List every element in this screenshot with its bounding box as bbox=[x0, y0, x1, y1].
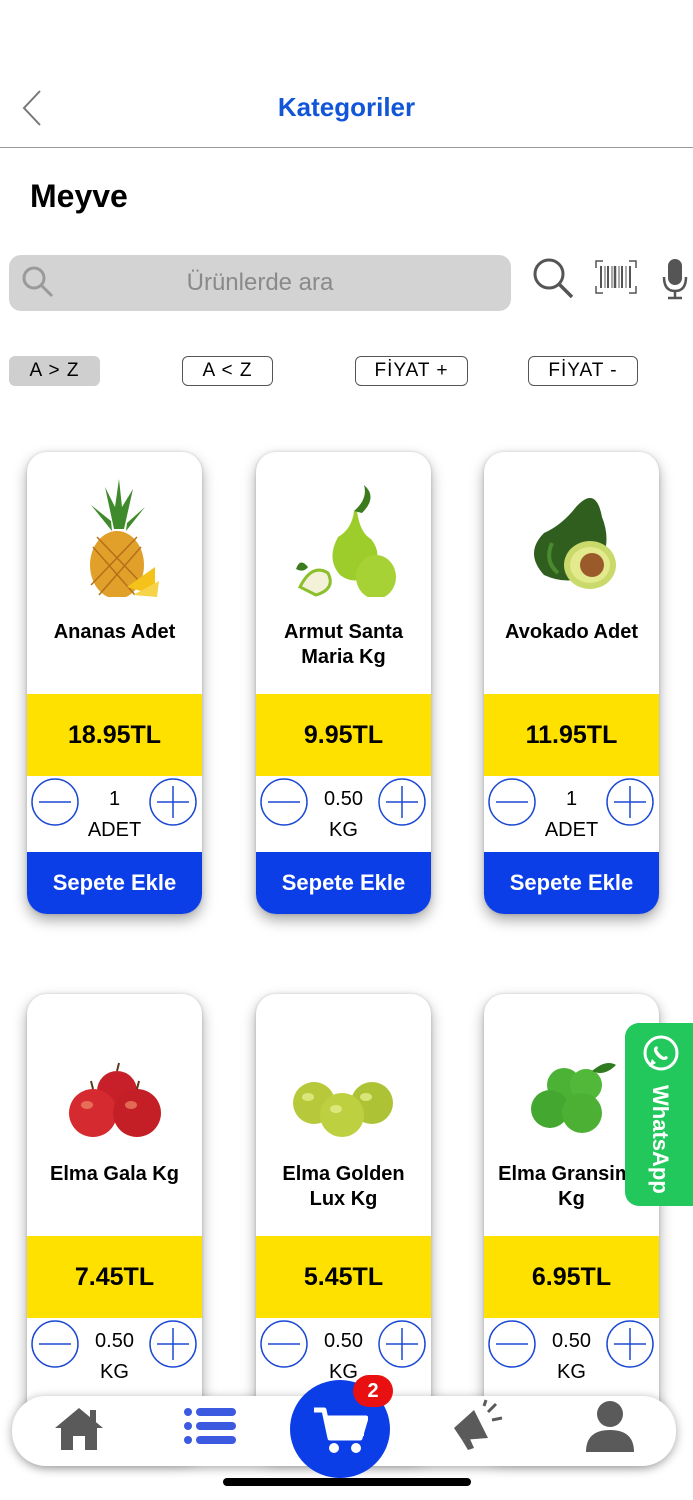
quantity-stepper: 1 ADET bbox=[27, 776, 202, 852]
quantity-value: 0.50 bbox=[552, 1330, 591, 1352]
plus-icon[interactable] bbox=[378, 778, 426, 826]
product-card[interactable]: Armut Santa Maria Kg 9.95TL 0.50 KG Sepe… bbox=[256, 452, 431, 914]
add-to-cart-button[interactable]: Sepete Ekle bbox=[256, 852, 431, 914]
quantity-unit: KG bbox=[557, 1361, 586, 1383]
quantity-stepper: 0.50 KG bbox=[484, 1318, 659, 1394]
whatsapp-button[interactable]: WhatsApp bbox=[625, 1023, 693, 1206]
plus-icon[interactable] bbox=[606, 778, 654, 826]
whatsapp-icon bbox=[643, 1035, 679, 1071]
avocado-image bbox=[534, 498, 616, 589]
quantity-value: 1 bbox=[565, 788, 578, 810]
quantity-unit: ADET bbox=[544, 819, 599, 841]
category-title: Meyve bbox=[30, 178, 128, 214]
microphone-icon[interactable] bbox=[660, 257, 690, 301]
quantity-stepper: 0.50 KG bbox=[256, 776, 431, 852]
quantity-value: 0.50 bbox=[324, 788, 363, 810]
product-price: 5.45TL bbox=[256, 1236, 431, 1318]
pears-image bbox=[296, 485, 396, 597]
add-to-cart-button[interactable]: Sepete Ekle bbox=[27, 852, 202, 914]
quantity-unit: KG bbox=[100, 1361, 129, 1383]
user-icon[interactable] bbox=[584, 1398, 636, 1454]
page-title: Kategoriler bbox=[277, 92, 416, 122]
quantity-unit: ADET bbox=[87, 819, 142, 841]
product-price: 6.95TL bbox=[484, 1236, 659, 1318]
red-apples-image bbox=[69, 1062, 161, 1137]
home-indicator bbox=[223, 1478, 471, 1486]
pineapple-image bbox=[90, 479, 159, 597]
product-price: 7.45TL bbox=[27, 1236, 202, 1318]
product-card[interactable]: Ananas Adet 18.95TL 1 ADET Sepete Ekle bbox=[27, 452, 202, 914]
product-price: 11.95TL bbox=[484, 694, 659, 776]
product-card[interactable]: Elma Gala Kg 7.45TL 0.50 KG bbox=[27, 994, 202, 1456]
cart-icon bbox=[314, 1407, 368, 1453]
search-button-icon[interactable] bbox=[530, 255, 576, 301]
nav-header: Kategoriler bbox=[0, 60, 693, 148]
quantity-unit: KG bbox=[329, 819, 358, 841]
megaphone-icon[interactable] bbox=[448, 1398, 504, 1452]
plus-icon[interactable] bbox=[149, 1320, 197, 1368]
product-name: Armut Santa Maria Kg bbox=[284, 621, 403, 668]
quantity-stepper: 0.50 KG bbox=[27, 1318, 202, 1394]
sort-price-desc-button[interactable]: FİYAT - bbox=[528, 356, 638, 386]
product-name: Elma Gala Kg bbox=[50, 1163, 179, 1185]
product-name: Ananas Adet bbox=[53, 621, 176, 643]
quantity-value: 0.50 bbox=[95, 1330, 134, 1352]
product-price: 9.95TL bbox=[256, 694, 431, 776]
search-input[interactable]: Ürünlerde ara bbox=[9, 255, 511, 311]
list-icon[interactable] bbox=[182, 1404, 240, 1448]
product-name: Elma Golden Lux Kg bbox=[282, 1163, 405, 1210]
product-name: Avokado Adet bbox=[505, 621, 638, 643]
home-icon[interactable] bbox=[52, 1404, 106, 1452]
sort-price-asc-button[interactable]: FİYAT + bbox=[355, 356, 468, 386]
sort-za-button[interactable]: A < Z bbox=[182, 356, 273, 386]
barcode-icon[interactable] bbox=[595, 260, 637, 294]
quantity-value: 1 bbox=[108, 788, 121, 810]
plus-icon[interactable] bbox=[149, 778, 197, 826]
cart-count-badge: 2 bbox=[353, 1375, 393, 1407]
plus-icon[interactable] bbox=[606, 1320, 654, 1368]
whatsapp-label: WhatsApp bbox=[648, 1085, 673, 1194]
sort-az-button[interactable]: A > Z bbox=[9, 356, 100, 386]
golden-apples-image bbox=[293, 1082, 393, 1137]
quantity-stepper: 1 ADET bbox=[484, 776, 659, 852]
search-placeholder: Ürünlerde ara bbox=[186, 269, 334, 296]
product-card[interactable]: Avokado Adet 11.95TL 1 ADET Sepete Ekle bbox=[484, 452, 659, 914]
quantity-value: 0.50 bbox=[324, 1330, 363, 1352]
add-to-cart-button[interactable]: Sepete Ekle bbox=[484, 852, 659, 914]
plus-icon[interactable] bbox=[378, 1320, 426, 1368]
product-price: 18.95TL bbox=[27, 694, 202, 776]
